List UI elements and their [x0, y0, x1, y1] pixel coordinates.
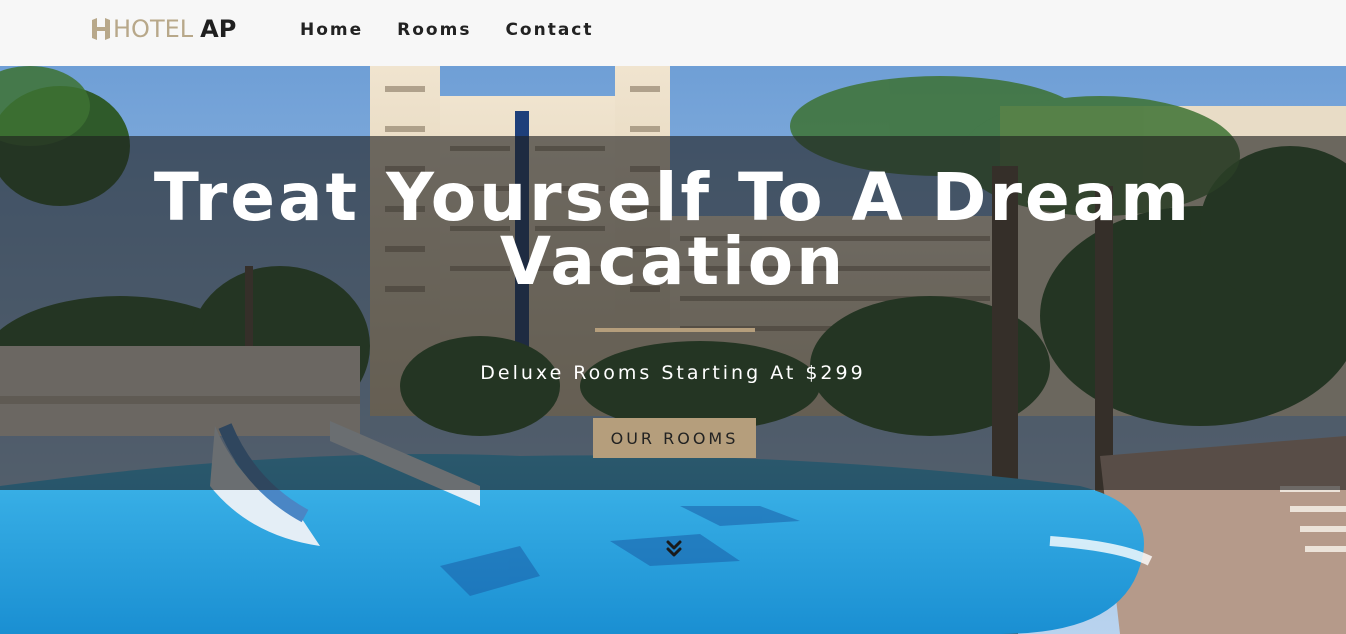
- hero-section: Treat Yourself To A Dream Vacation Delux…: [0, 66, 1346, 634]
- logo-text-ap: AP: [200, 15, 237, 43]
- chevron-double-down-icon[interactable]: [666, 540, 682, 558]
- hotel-logo-icon: [92, 18, 110, 40]
- hero-divider: [595, 328, 755, 332]
- hero-title: Treat Yourself To A Dream Vacation: [153, 159, 1193, 300]
- hero-subtitle: Deluxe Rooms Starting At $299: [480, 362, 866, 384]
- nav-home-link[interactable]: Home: [300, 20, 363, 40]
- main-nav: Home Rooms Contact: [300, 20, 594, 40]
- our-rooms-button[interactable]: OUR ROOMS: [593, 418, 756, 458]
- nav-rooms-link[interactable]: Rooms: [397, 20, 471, 40]
- navbar: HOTEL AP Home Rooms Contact: [0, 0, 1346, 66]
- nav-contact-link[interactable]: Contact: [505, 20, 593, 40]
- logo-text-hotel: HOTEL: [113, 15, 194, 43]
- brand-logo[interactable]: HOTEL AP: [90, 13, 236, 45]
